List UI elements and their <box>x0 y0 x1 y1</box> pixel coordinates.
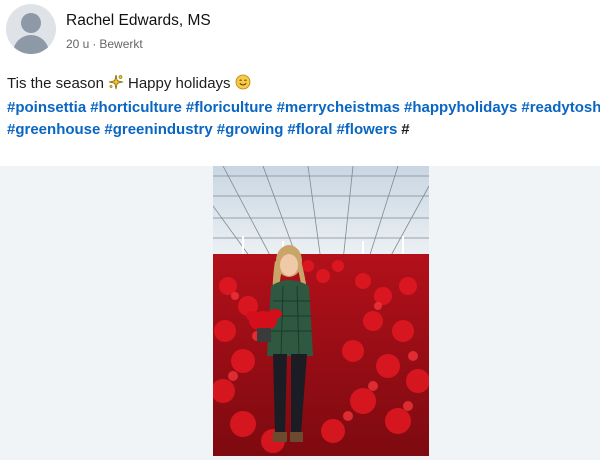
post-time: 20 u <box>66 37 90 51</box>
hashtag-link[interactable]: #growing <box>217 121 284 138</box>
post-text-end: Happy holidays <box>128 75 231 92</box>
post-media <box>0 166 600 460</box>
hashtag-link[interactable]: #readytoship <box>521 99 600 116</box>
meta-separator: · <box>92 37 97 51</box>
edited-label: Bewerkt <box>99 37 143 51</box>
hashtag-link[interactable]: #floral <box>287 121 332 138</box>
trailing-hash: # <box>401 121 410 138</box>
post-text: Tis the season Happy holidays #poinsetti… <box>7 73 600 141</box>
hashtag-link[interactable]: #greenindustry <box>104 121 212 138</box>
smiling-face-icon <box>235 74 251 97</box>
post-meta: 20 u · Bewerkt <box>66 37 143 51</box>
greenhouse-photo-illustration <box>213 166 429 456</box>
hashtags-line-1: #poinsettia #horticulture #floriculture #me… <box>7 97 600 119</box>
post-text-line: Tis the season Happy holidays <box>7 73 597 97</box>
sparkle-emoji-icon <box>108 74 124 97</box>
hashtags-line-2: #greenhouse #greenindustry #growing #floral… <box>7 119 597 141</box>
hashtag-link[interactable]: #horticulture <box>90 99 182 116</box>
hashtag-link[interactable]: #poinsettia <box>7 99 86 116</box>
post-header: Rachel Edwards, MS 20 u · Bewerkt <box>6 4 596 56</box>
post-photo[interactable] <box>213 166 429 456</box>
hashtag-link[interactable]: #flowers <box>336 121 397 138</box>
author-name[interactable]: Rachel Edwards, MS <box>66 12 211 30</box>
hashtag-link[interactable]: #greenhouse <box>7 121 100 138</box>
post-text-start: Tis the season <box>7 75 104 92</box>
hashtag-link[interactable]: #floriculture <box>186 99 273 116</box>
hashtag-link[interactable]: #happyholidays <box>404 99 517 116</box>
person-silhouette-icon <box>21 13 41 33</box>
hashtag-link[interactable]: #merrycheistmas <box>277 99 400 116</box>
avatar[interactable] <box>6 4 56 54</box>
